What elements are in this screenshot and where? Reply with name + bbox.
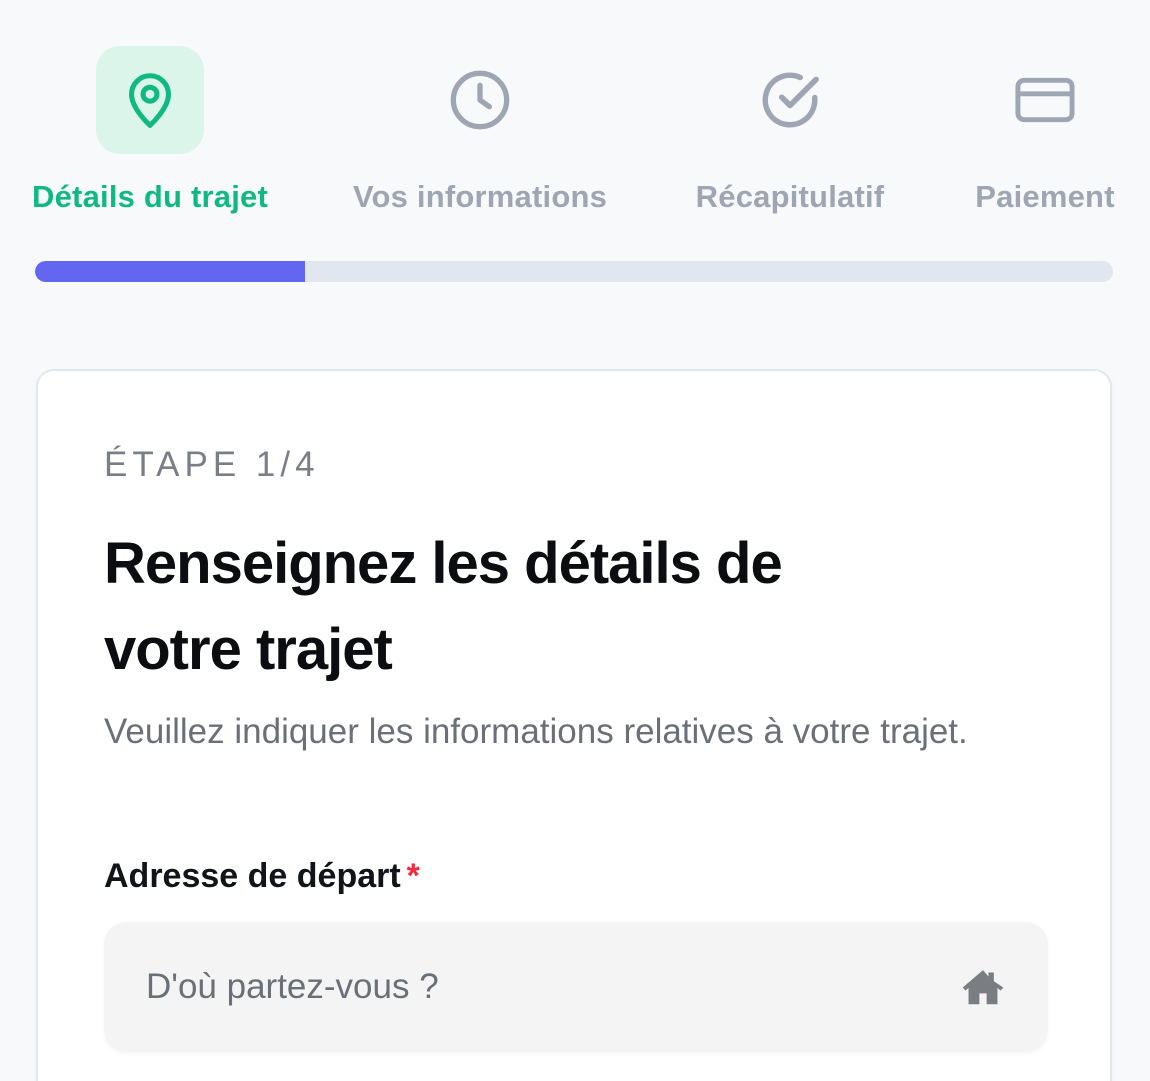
map-pin-icon	[129, 73, 171, 128]
step-icon-box	[991, 46, 1099, 154]
step-label: Récapitulatif	[695, 179, 885, 214]
departure-address-field[interactable]	[104, 922, 1048, 1052]
step-summary[interactable]: Récapitulatif	[695, 46, 885, 215]
step-your-information[interactable]: Vos informations	[352, 46, 608, 215]
home-icon-svg	[962, 970, 1004, 1005]
departure-address-label: Adresse de départ *	[104, 857, 420, 896]
progress-fill	[35, 261, 305, 282]
page-title: Renseignez les détails de votre trajet	[104, 531, 783, 682]
progress-bar	[35, 261, 1113, 282]
clock-icon	[450, 70, 510, 130]
step-icon-box	[736, 46, 844, 154]
credit-card-icon	[1015, 77, 1075, 123]
step-payment[interactable]: Paiement	[975, 46, 1115, 215]
step-trip-details[interactable]: Détails du trajet	[32, 46, 268, 215]
step-counter: ÉTAPE 1/4	[104, 445, 320, 484]
step-icon-box	[96, 46, 204, 154]
booking-page: Détails du trajet Vos informations Récap…	[0, 0, 1150, 1081]
stepper: Détails du trajet Vos informations Récap…	[0, 0, 1150, 240]
required-indicator: *	[406, 857, 420, 895]
departure-address-input[interactable]	[104, 922, 958, 1052]
page-subtitle: Veuillez indiquer les informations relat…	[104, 712, 968, 751]
step-label: Vos informations	[352, 179, 608, 214]
trip-details-card: ÉTAPE 1/4 Renseignez les détails de votr…	[36, 369, 1112, 1081]
step-label: Paiement	[975, 179, 1115, 214]
step-label: Détails du trajet	[32, 179, 268, 214]
check-circle-icon	[762, 72, 819, 128]
departure-address-label-text: Adresse de départ	[104, 857, 401, 895]
home-icon	[958, 962, 1008, 1012]
step-icon-box	[426, 46, 534, 154]
